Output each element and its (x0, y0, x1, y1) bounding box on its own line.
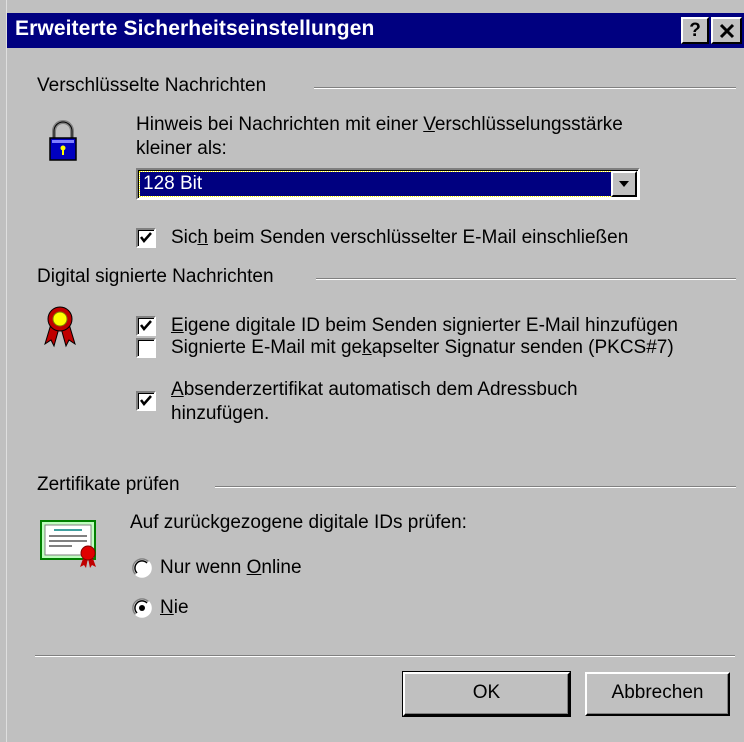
label-mnemonic: O (246, 557, 262, 578)
group-divider (215, 486, 736, 488)
label-text-b: bsenderzertifikat automatisch dem Adress… (183, 379, 578, 400)
group-label-signed: Digital signierte Nachrichten (37, 266, 274, 287)
padlock-icon (49, 120, 77, 161)
security-settings-dialog: Erweiterte Sicherheitseinstellungen ? Ve… (0, 0, 744, 742)
label-text-a: Nur wenn (160, 557, 247, 578)
label-mnemonic: h (197, 227, 208, 248)
checkmark-icon (140, 395, 152, 406)
close-icon (719, 23, 734, 39)
group-divider (314, 87, 736, 89)
dropdown-button[interactable] (611, 171, 637, 197)
close-button[interactable] (711, 17, 742, 44)
encryption-strength-select[interactable]: 128 Bit (136, 168, 640, 200)
radio-only-online[interactable] (132, 558, 152, 578)
checkmark-icon (140, 320, 152, 331)
checkmark-icon (140, 232, 152, 243)
add-own-id-label[interactable]: Eigene digitale ID beim Senden signierte… (171, 314, 678, 338)
certificate-icon (40, 520, 96, 568)
hint-mnemonic: V (423, 114, 435, 135)
hint-text-b: erschlüsselungsstärke (434, 114, 623, 135)
label-mnemonic: A (171, 379, 184, 400)
encryption-hint-line1: Hinweis bei Nachrichten mit einer Versch… (136, 113, 623, 137)
label-text-b: ie (173, 597, 189, 618)
label-mnemonic: k (362, 337, 372, 358)
include-self-label[interactable]: Sich beim Senden verschlüsselter E-Mail … (171, 226, 628, 250)
window-title: Erweiterte Sicherheitseinstellungen (15, 17, 375, 40)
group-label-encrypted: Verschlüsselte Nachrichten (37, 75, 267, 96)
radio-never[interactable] (132, 598, 152, 618)
label-text-a: Sic (171, 227, 198, 248)
add-sender-cert-label-line2[interactable]: hinzufügen. (171, 402, 269, 426)
encryption-hint-line2: kleiner als: (136, 138, 227, 159)
window-edge (0, 0, 7, 742)
cancel-button[interactable]: Abbrechen (585, 672, 730, 716)
label-mnemonic: N (160, 597, 174, 618)
opaque-signature-label[interactable]: Signierte E-Mail mit gekapselter Signatu… (171, 336, 674, 360)
label-text-b: beim Senden verschlüsselter E-Mail einsc… (207, 227, 629, 248)
bottom-divider (35, 655, 735, 657)
group-label-revocation: Zertifikate prüfen (37, 474, 180, 495)
encryption-strength-value: 128 Bit (139, 171, 613, 197)
title-bar[interactable]: Erweiterte Sicherheitseinstellungen ? (7, 13, 744, 48)
hint-text-a: Hinweis bei Nachrichten mit einer (136, 114, 424, 135)
opaque-signature-checkbox[interactable] (136, 338, 156, 358)
ok-button[interactable]: OK (402, 671, 571, 717)
radio-only-online-label[interactable]: Nur wenn Online (160, 556, 302, 580)
add-own-id-checkbox[interactable] (136, 316, 156, 336)
label-text-b: nline (261, 557, 302, 578)
revocation-prompt: Auf zurückgezogene digitale IDs prüfen: (130, 512, 467, 533)
award-ribbon-icon (44, 306, 76, 348)
include-self-checkbox[interactable] (136, 228, 156, 248)
chevron-down-icon (619, 181, 629, 187)
label-text-b: igene digitale ID beim Senden signierter… (183, 315, 678, 336)
add-sender-cert-checkbox[interactable] (136, 391, 156, 411)
radio-never-label[interactable]: Nie (160, 596, 189, 620)
label-text-b: apselter Signatur senden (PKCS#7) (371, 337, 674, 358)
label-text-a: Signierte E-Mail mit ge (171, 337, 363, 358)
help-button[interactable]: ? (681, 17, 709, 44)
label-mnemonic: E (171, 315, 184, 336)
add-sender-cert-label[interactable]: Absenderzertifikat automatisch dem Adres… (171, 378, 578, 402)
group-divider (316, 278, 736, 280)
